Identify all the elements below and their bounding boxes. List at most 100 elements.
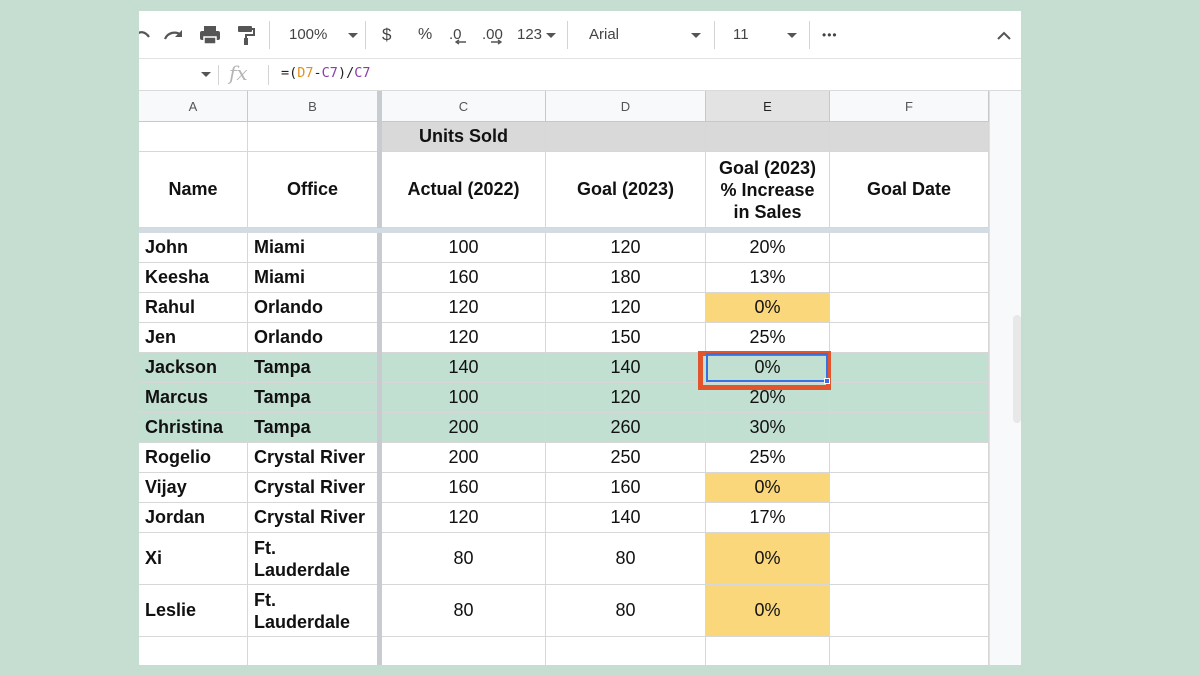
cell-office[interactable]: Ft. Lauderdale: [248, 585, 378, 637]
cell-pct[interactable]: 0%: [706, 585, 830, 637]
cell-date[interactable]: [830, 413, 989, 443]
name-box[interactable]: [139, 59, 214, 90]
cell-actual[interactable]: 100: [382, 233, 546, 263]
cell-goal[interactable]: 80: [546, 533, 706, 585]
cell-actual[interactable]: 200: [382, 413, 546, 443]
cell-actual[interactable]: 160: [382, 263, 546, 293]
cell-date[interactable]: [830, 443, 989, 473]
cell-date[interactable]: [830, 533, 989, 585]
cell-name[interactable]: Keesha: [139, 263, 248, 293]
cell-date[interactable]: [830, 383, 989, 413]
more-formats-button[interactable]: 123: [517, 23, 557, 47]
percent-format-button[interactable]: %: [418, 23, 432, 47]
column-header-a[interactable]: A: [139, 91, 248, 122]
cell-goal[interactable]: 120: [546, 233, 706, 263]
cell-office[interactable]: Miami: [248, 263, 378, 293]
cell-goal[interactable]: 180: [546, 263, 706, 293]
cell-name[interactable]: Leslie: [139, 585, 248, 637]
cell-pct[interactable]: 30%: [706, 413, 830, 443]
cell-date[interactable]: [830, 293, 989, 323]
cell-goal[interactable]: 150: [546, 323, 706, 353]
cell-date[interactable]: [830, 585, 989, 637]
zoom-select[interactable]: 100%: [289, 23, 358, 47]
cell-goal[interactable]: 120: [546, 293, 706, 323]
cell-empty[interactable]: [830, 637, 989, 665]
cell-date[interactable]: [830, 323, 989, 353]
active-cell-e7[interactable]: [706, 353, 828, 382]
cell-goal[interactable]: 140: [546, 503, 706, 533]
cell-f1[interactable]: [830, 122, 989, 152]
cell-office[interactable]: Ft. Lauderdale: [248, 533, 378, 585]
cell-office[interactable]: Orlando: [248, 293, 378, 323]
cell-empty[interactable]: [546, 637, 706, 665]
cell-a1[interactable]: [139, 122, 248, 152]
cell-office[interactable]: Orlando: [248, 323, 378, 353]
cell-name[interactable]: Rahul: [139, 293, 248, 323]
column-header-c[interactable]: C: [382, 91, 546, 122]
header-goal[interactable]: Goal (2023): [546, 152, 706, 228]
cell-d1[interactable]: [546, 122, 706, 152]
cell-name[interactable]: Jackson: [139, 353, 248, 383]
cell-empty[interactable]: [382, 637, 546, 665]
cell-name[interactable]: Vijay: [139, 473, 248, 503]
cell-office[interactable]: Miami: [248, 233, 378, 263]
cell-actual[interactable]: 80: [382, 585, 546, 637]
cell-pct[interactable]: 0%: [706, 533, 830, 585]
cell-pct[interactable]: 25%: [706, 443, 830, 473]
cell-e1[interactable]: [706, 122, 830, 152]
formula-input[interactable]: =(D7-C7)/C7: [281, 65, 370, 81]
cell-pct[interactable]: 17%: [706, 503, 830, 533]
cell-goal[interactable]: 80: [546, 585, 706, 637]
undo-icon[interactable]: [139, 23, 151, 47]
cell-goal[interactable]: 160: [546, 473, 706, 503]
cell-goal[interactable]: 250: [546, 443, 706, 473]
cell-name[interactable]: Rogelio: [139, 443, 248, 473]
cell-date[interactable]: [830, 353, 989, 383]
column-header-e[interactable]: E: [706, 91, 830, 122]
cell-actual[interactable]: 100: [382, 383, 546, 413]
collapse-toolbar-icon[interactable]: [996, 23, 1012, 47]
cell-actual[interactable]: 120: [382, 293, 546, 323]
header-goal-date[interactable]: Goal Date: [830, 152, 989, 228]
cell-date[interactable]: [830, 473, 989, 503]
cell-empty[interactable]: [706, 637, 830, 665]
more-options-icon[interactable]: •••: [822, 23, 838, 47]
cell-date[interactable]: [830, 503, 989, 533]
cell-name[interactable]: Jordan: [139, 503, 248, 533]
cell-name[interactable]: Xi: [139, 533, 248, 585]
column-header-f[interactable]: F: [830, 91, 989, 122]
fill-handle[interactable]: [824, 378, 830, 384]
currency-format-button[interactable]: $: [382, 23, 391, 47]
cell-name[interactable]: John: [139, 233, 248, 263]
header-office[interactable]: Office: [248, 152, 378, 228]
cell-name[interactable]: Christina: [139, 413, 248, 443]
cell-office[interactable]: Tampa: [248, 353, 378, 383]
cell-office[interactable]: Tampa: [248, 383, 378, 413]
header-actual[interactable]: Actual (2022): [382, 152, 546, 228]
cell-pct[interactable]: 0%: [706, 293, 830, 323]
cell-empty[interactable]: [248, 637, 378, 665]
cell-b1[interactable]: [248, 122, 378, 152]
cell-actual[interactable]: 140: [382, 353, 546, 383]
cell-pct[interactable]: 20%: [706, 233, 830, 263]
cell-goal[interactable]: 120: [546, 383, 706, 413]
header-pct-increase[interactable]: Goal (2023) % Increase in Sales: [706, 152, 830, 228]
cell-actual[interactable]: 200: [382, 443, 546, 473]
cell-office[interactable]: Crystal River: [248, 473, 378, 503]
increase-decimal-button[interactable]: .00: [482, 23, 503, 47]
cell-pct[interactable]: 25%: [706, 323, 830, 353]
cell-actual[interactable]: 120: [382, 503, 546, 533]
font-family-select[interactable]: Arial: [589, 23, 701, 47]
paint-format-icon[interactable]: [236, 23, 256, 47]
font-size-select[interactable]: 11: [733, 23, 797, 47]
header-name[interactable]: Name: [139, 152, 248, 228]
cell-actual[interactable]: 160: [382, 473, 546, 503]
cell-actual[interactable]: 80: [382, 533, 546, 585]
frozen-row-divider[interactable]: [139, 228, 989, 233]
cell-pct[interactable]: 13%: [706, 263, 830, 293]
cell-actual[interactable]: 120: [382, 323, 546, 353]
cell-date[interactable]: [830, 233, 989, 263]
print-icon[interactable]: [199, 23, 221, 47]
cell-office[interactable]: Crystal River: [248, 443, 378, 473]
cell-name[interactable]: Jen: [139, 323, 248, 353]
